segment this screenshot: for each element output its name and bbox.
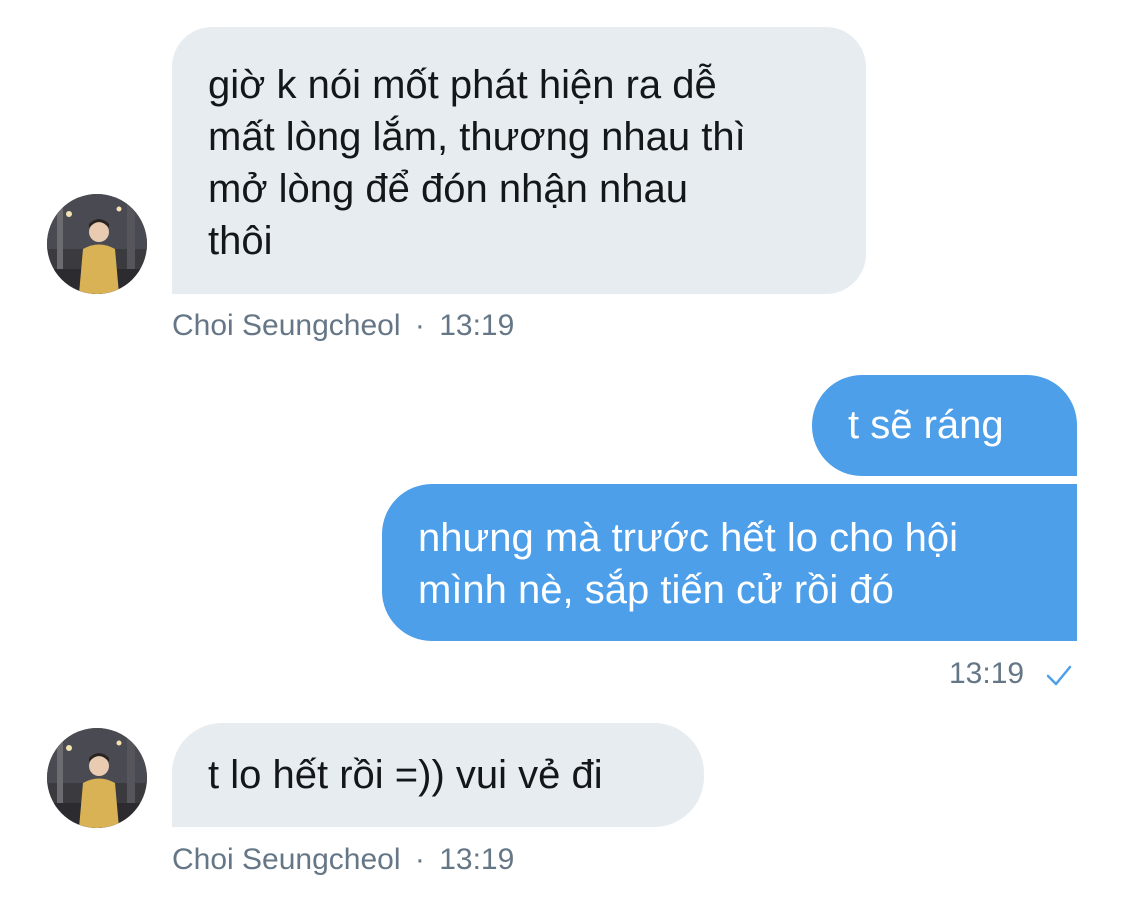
message-bubble-received[interactable]: giờ k nói mốt phát hiện ra dễ mất lòng l… bbox=[172, 27, 866, 294]
sender-name: Choi Seungcheol bbox=[172, 309, 401, 342]
message-timestamp: 13:19 bbox=[439, 309, 515, 342]
avatar[interactable] bbox=[47, 728, 147, 828]
message-meta: Choi Seungcheol · 13:19 bbox=[172, 843, 514, 877]
message-meta: Choi Seungcheol · 13:19 bbox=[172, 309, 514, 343]
message-timestamp: 13:19 bbox=[949, 657, 1025, 690]
avatar[interactable] bbox=[47, 194, 147, 294]
message-timestamp: 13:19 bbox=[439, 843, 515, 876]
read-check-icon bbox=[1046, 665, 1072, 686]
profile-photo-icon bbox=[47, 194, 147, 294]
meta-separator: · bbox=[414, 843, 425, 876]
message-bubble-sent[interactable]: t sẽ ráng bbox=[812, 375, 1077, 476]
meta-separator: · bbox=[414, 309, 425, 342]
profile-photo-icon bbox=[47, 728, 147, 828]
message-bubble-received[interactable]: t lo hết rồi =)) vui vẻ đi bbox=[172, 723, 704, 827]
message-bubble-sent[interactable]: nhưng mà trước hết lo cho hội mình nè, s… bbox=[382, 484, 1077, 641]
sender-name: Choi Seungcheol bbox=[172, 843, 401, 876]
